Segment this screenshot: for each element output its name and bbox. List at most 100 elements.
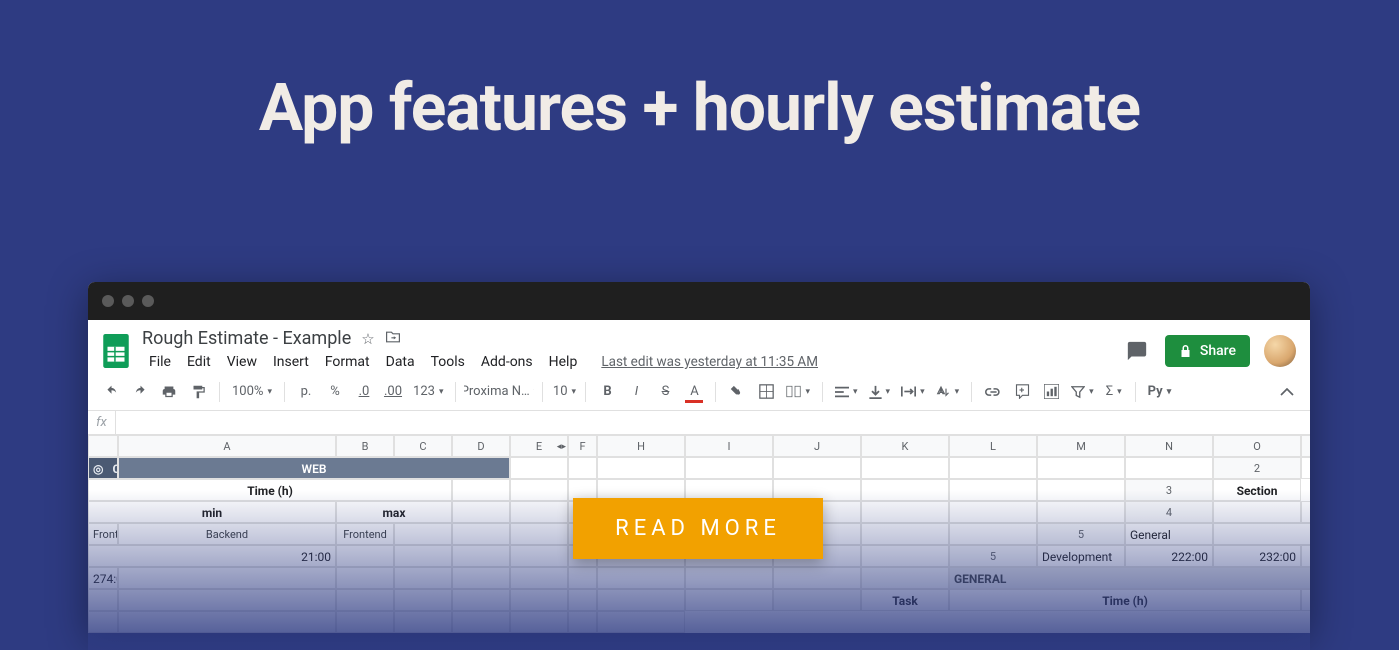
font-name-select[interactable]: Proxima N… (464, 379, 534, 405)
cell-development[interactable]: Development (1037, 545, 1125, 567)
cell-brand[interactable]: ◎ CLEVEROAD (88, 457, 118, 479)
horizontal-align-icon[interactable] (831, 379, 862, 405)
python-icon[interactable]: Py (1144, 379, 1176, 405)
row-head-4[interactable]: 4 (1125, 501, 1213, 523)
cell[interactable] (394, 589, 452, 611)
cell[interactable] (1213, 501, 1301, 523)
menu-view[interactable]: View (220, 351, 264, 373)
menu-file[interactable]: File (142, 351, 178, 373)
cell[interactable] (118, 611, 336, 633)
cell[interactable] (861, 501, 949, 523)
col-head-D[interactable]: D (452, 435, 510, 457)
row-head-7[interactable] (861, 567, 949, 589)
percent-icon[interactable]: % (322, 379, 348, 405)
cell[interactable] (861, 479, 949, 501)
cell[interactable] (685, 589, 773, 611)
number-format-icon[interactable]: 123 (409, 379, 447, 405)
cell[interactable] (861, 457, 949, 479)
cell[interactable] (510, 545, 568, 567)
insert-link-icon[interactable] (980, 379, 1006, 405)
bold-icon[interactable]: B (594, 379, 620, 405)
redo-icon[interactable] (127, 379, 153, 405)
cell-time-h[interactable]: Time (h) (88, 479, 452, 501)
cell[interactable] (1301, 457, 1310, 479)
cell-general-hdr[interactable]: GENERAL (949, 567, 1310, 589)
cell[interactable] (685, 457, 773, 479)
row-head-1[interactable]: 1 (1301, 435, 1310, 457)
cell-time-h2[interactable]: Time (h) (949, 589, 1301, 611)
col-head-B[interactable]: B (336, 435, 394, 457)
col-head-K[interactable]: K (861, 435, 949, 457)
cell[interactable] (1125, 457, 1213, 479)
cell[interactable] (452, 589, 510, 611)
cell[interactable] (452, 479, 510, 501)
col-head-I[interactable]: I (685, 435, 773, 457)
cell-max[interactable]: max (336, 501, 452, 523)
row-head-5a[interactable]: 5 (1037, 523, 1125, 545)
text-wrap-icon[interactable] (897, 379, 929, 405)
cell[interactable] (861, 523, 949, 545)
last-edit-link[interactable]: Last edit was yesterday at 11:35 AM (594, 351, 825, 373)
collapse-toolbar-icon[interactable] (1274, 379, 1300, 405)
cell[interactable] (118, 567, 336, 589)
menu-tools[interactable]: Tools (424, 351, 472, 373)
cell[interactable] (1037, 479, 1125, 501)
cell[interactable] (949, 457, 1037, 479)
cell[interactable] (394, 567, 452, 589)
cell[interactable] (510, 611, 568, 633)
cell[interactable] (773, 567, 861, 589)
sheets-logo-icon[interactable] (102, 332, 130, 370)
cell-task[interactable]: Task (861, 589, 949, 611)
col-head-O[interactable]: O (1213, 435, 1301, 457)
cell[interactable] (597, 589, 685, 611)
cell[interactable] (773, 457, 861, 479)
col-head-L[interactable]: L (949, 435, 1037, 457)
cell[interactable] (88, 589, 118, 611)
col-head-N[interactable]: N (1125, 435, 1213, 457)
cell-section[interactable]: Section (1213, 479, 1301, 501)
cell[interactable] (452, 567, 510, 589)
share-button[interactable]: Share (1165, 335, 1250, 367)
cell[interactable] (510, 479, 568, 501)
menu-edit[interactable]: Edit (180, 351, 218, 373)
menu-data[interactable]: Data (379, 351, 422, 373)
cell-web[interactable]: WEB (118, 457, 510, 479)
col-head-C[interactable]: C (394, 435, 452, 457)
undo-icon[interactable] (98, 379, 124, 405)
cell[interactable] (510, 501, 568, 523)
cell[interactable] (510, 589, 568, 611)
cell[interactable] (568, 611, 597, 633)
cell[interactable] (452, 611, 510, 633)
star-icon[interactable]: ☆ (361, 330, 374, 348)
cell[interactable] (88, 611, 118, 633)
cell-min[interactable]: min (88, 501, 336, 523)
cell[interactable] (568, 567, 597, 589)
cell-dev4[interactable]: 274:00 (88, 567, 118, 589)
cell[interactable] (568, 589, 597, 611)
text-rotation-icon[interactable] (932, 379, 964, 405)
italic-icon[interactable]: I (623, 379, 649, 405)
move-icon[interactable] (385, 330, 401, 348)
minimize-dot[interactable] (122, 295, 134, 307)
cell-backend2[interactable]: Backend (118, 523, 336, 545)
print-icon[interactable] (156, 379, 182, 405)
cell[interactable] (949, 523, 1037, 545)
cell[interactable] (336, 567, 394, 589)
maximize-dot[interactable] (142, 295, 154, 307)
insert-chart-icon[interactable] (1038, 379, 1064, 405)
row-head-5b[interactable]: 5 (949, 545, 1037, 567)
fill-color-icon[interactable] (724, 379, 750, 405)
cell-backend1[interactable]: Backend (1301, 501, 1310, 523)
cell[interactable] (568, 457, 597, 479)
menu-insert[interactable]: Insert (266, 351, 316, 373)
functions-icon[interactable]: Σ (1101, 379, 1127, 405)
close-dot[interactable] (102, 295, 114, 307)
col-head-J[interactable]: J (773, 435, 861, 457)
text-color-icon[interactable]: A (681, 379, 707, 405)
cell-gen-min[interactable]: 18:00 (1213, 523, 1310, 545)
paint-format-icon[interactable] (185, 379, 211, 405)
col-head-A[interactable]: A (118, 435, 336, 457)
cell[interactable] (118, 589, 336, 611)
strikethrough-icon[interactable]: S (652, 379, 678, 405)
cell[interactable] (949, 479, 1037, 501)
